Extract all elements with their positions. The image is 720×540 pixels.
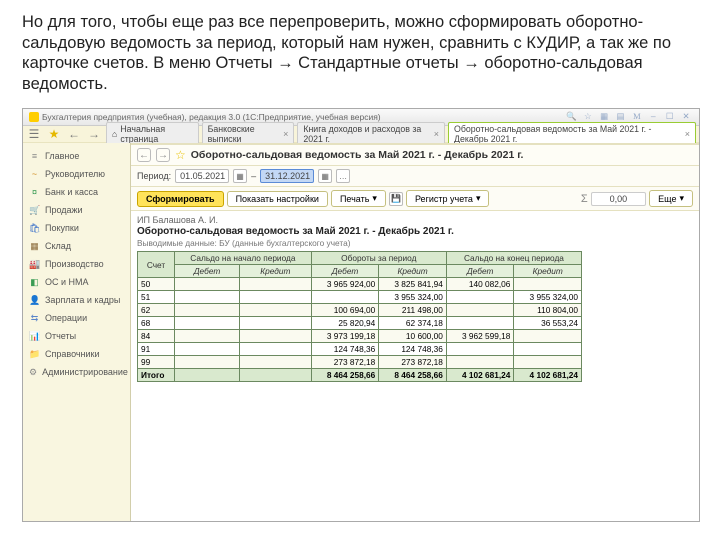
report-area: ← → ☆ Оборотно-сальдовая ведомость за Ма… [131, 143, 699, 521]
doc-title: Оборотно-сальдовая ведомость за Май 2021… [191, 149, 524, 161]
sidebar-icon: ⇆ [29, 313, 40, 324]
sidebar-item[interactable]: ¤Банк и касса [23, 183, 130, 201]
sidebar-item[interactable]: ⇆Операции [23, 309, 130, 327]
app-logo-icon [29, 112, 39, 122]
th-end: Сальдо на конец периода [446, 252, 581, 265]
table-row[interactable]: 6825 820,9462 374,1836 553,24 [138, 317, 582, 330]
calc-icon[interactable]: ▤ [615, 111, 627, 123]
report-subtitle: Выводимые данные: БУ (данные бухгалтерск… [137, 238, 693, 248]
sidebar-icon: ~ [29, 169, 40, 179]
table-row[interactable]: 513 955 324,003 955 324,00 [138, 291, 582, 304]
home-icon: ⌂ [112, 129, 117, 139]
period-bar: Период: 01.05.2021 ▦ – 31.12.2021 ▦ … [131, 166, 699, 187]
sidebar-item[interactable]: 👤Зарплата и кадры [23, 291, 130, 309]
th-account: Счет [138, 252, 175, 278]
tab-close-icon[interactable]: × [685, 129, 690, 139]
nav-back-icon[interactable]: ← [66, 126, 82, 142]
table-row[interactable]: 99273 872,18273 872,18 [138, 356, 582, 369]
table-row[interactable]: 843 973 199,1810 600,003 962 599,18 [138, 330, 582, 343]
search-icon[interactable]: 🔍 [565, 111, 577, 123]
date-to[interactable]: 31.12.2021 [260, 169, 314, 183]
register-button[interactable]: Регистр учета▾ [406, 190, 490, 207]
sidebar-icon: 📁 [29, 349, 40, 360]
sidebar-item[interactable]: ◧ОС и НМА [23, 273, 130, 291]
report-org: ИП Балашова А. И. [137, 215, 693, 225]
table-row[interactable]: 62100 694,00211 498,00110 804,00 [138, 304, 582, 317]
th-start: Сальдо на начало периода [175, 252, 312, 265]
sidebar-icon: ⚙ [29, 367, 37, 378]
balance-table: Счет Сальдо на начало периода Обороты за… [137, 251, 582, 382]
sidebar-item[interactable]: ⚙Администрирование [23, 363, 130, 381]
tab-close-icon[interactable]: × [283, 129, 288, 139]
instruction-text: Но для того, чтобы еще раз все перепрове… [22, 12, 712, 95]
nav-fwd-icon[interactable]: → [86, 126, 102, 142]
sidebar-item[interactable]: 🏭Производство [23, 255, 130, 273]
sidebar-icon: ¤ [29, 187, 40, 197]
doc-back-icon[interactable]: ← [137, 148, 151, 162]
tab-bar: ☰ ★ ← → ⌂Начальная страницаБанковские вы… [23, 126, 699, 143]
sidebar-item[interactable]: 🛍Покупки [23, 219, 130, 237]
app-window: Бухгалтерия предприятия (учебная), редак… [22, 108, 700, 522]
sidebar-item[interactable]: 📊Отчеты [23, 327, 130, 345]
sidebar-icon: 🛒 [29, 205, 40, 216]
sidebar-icon: ◧ [29, 277, 40, 288]
bell-icon[interactable]: ☆ [582, 111, 594, 123]
report-body: ИП Балашова А. И. Оборотно-сальдовая вед… [131, 211, 699, 386]
table-row[interactable]: 503 965 924,003 825 841,94140 082,06 [138, 278, 582, 291]
sidebar-item[interactable]: ~Руководителю [23, 165, 130, 183]
table-total-row: Итого8 464 258,668 464 258,664 102 681,2… [138, 369, 582, 382]
sidebar-item[interactable]: 📁Справочники [23, 345, 130, 363]
table-row[interactable]: 91124 748,36124 748,36 [138, 343, 582, 356]
sidebar-icon: ≡ [29, 151, 40, 161]
sum-value: 0,00 [591, 192, 647, 206]
doc-star-icon[interactable]: ☆ [175, 148, 186, 162]
date-from-picker-icon[interactable]: ▦ [233, 169, 247, 183]
hamburger-icon[interactable]: ☰ [26, 126, 42, 142]
period-label: Период: [137, 171, 171, 181]
sidebar-item[interactable]: ▦Склад [23, 237, 130, 255]
sidebar-item[interactable]: ≡Главное [23, 147, 130, 165]
sum-icon: Σ [581, 193, 588, 205]
sidebar-icon: 📊 [29, 331, 40, 342]
restore-icon[interactable]: ☐ [664, 111, 676, 123]
date-to-picker-icon[interactable]: ▦ [318, 169, 332, 183]
star-icon[interactable]: ★ [46, 126, 62, 142]
th-turn: Обороты за период [311, 252, 446, 265]
more-button[interactable]: Еще▾ [649, 190, 693, 207]
sidebar-icon: 👤 [29, 295, 40, 306]
period-select-icon[interactable]: … [336, 169, 350, 183]
date-from[interactable]: 01.05.2021 [175, 169, 229, 183]
nav-sidebar: ≡Главное~Руководителю¤Банк и касса🛒Прода… [23, 143, 131, 521]
sidebar-item[interactable]: 🛒Продажи [23, 201, 130, 219]
m-icon[interactable]: M [631, 111, 643, 123]
sidebar-icon: 🛍 [29, 223, 40, 234]
sidebar-icon: ▦ [29, 241, 40, 252]
grid-icon[interactable]: ▦ [598, 111, 610, 123]
minus-icon[interactable]: – [647, 111, 659, 123]
report-title: Оборотно-сальдовая ведомость за Май 2021… [137, 226, 693, 237]
print-button[interactable]: Печать▾ [331, 190, 386, 207]
window-title: Бухгалтерия предприятия (учебная), редак… [42, 112, 381, 122]
sidebar-icon: 🏭 [29, 259, 40, 270]
doc-fwd-icon[interactable]: → [156, 148, 170, 162]
doc-header: ← → ☆ Оборотно-сальдовая ведомость за Ма… [131, 145, 699, 166]
action-bar: Сформировать Показать настройки Печать▾ … [131, 187, 699, 211]
tab-close-icon[interactable]: × [434, 129, 439, 139]
form-button[interactable]: Сформировать [137, 191, 224, 207]
save-icon[interactable]: 💾 [389, 192, 403, 206]
close-icon[interactable]: ✕ [680, 111, 692, 123]
show-settings-button[interactable]: Показать настройки [227, 191, 328, 207]
